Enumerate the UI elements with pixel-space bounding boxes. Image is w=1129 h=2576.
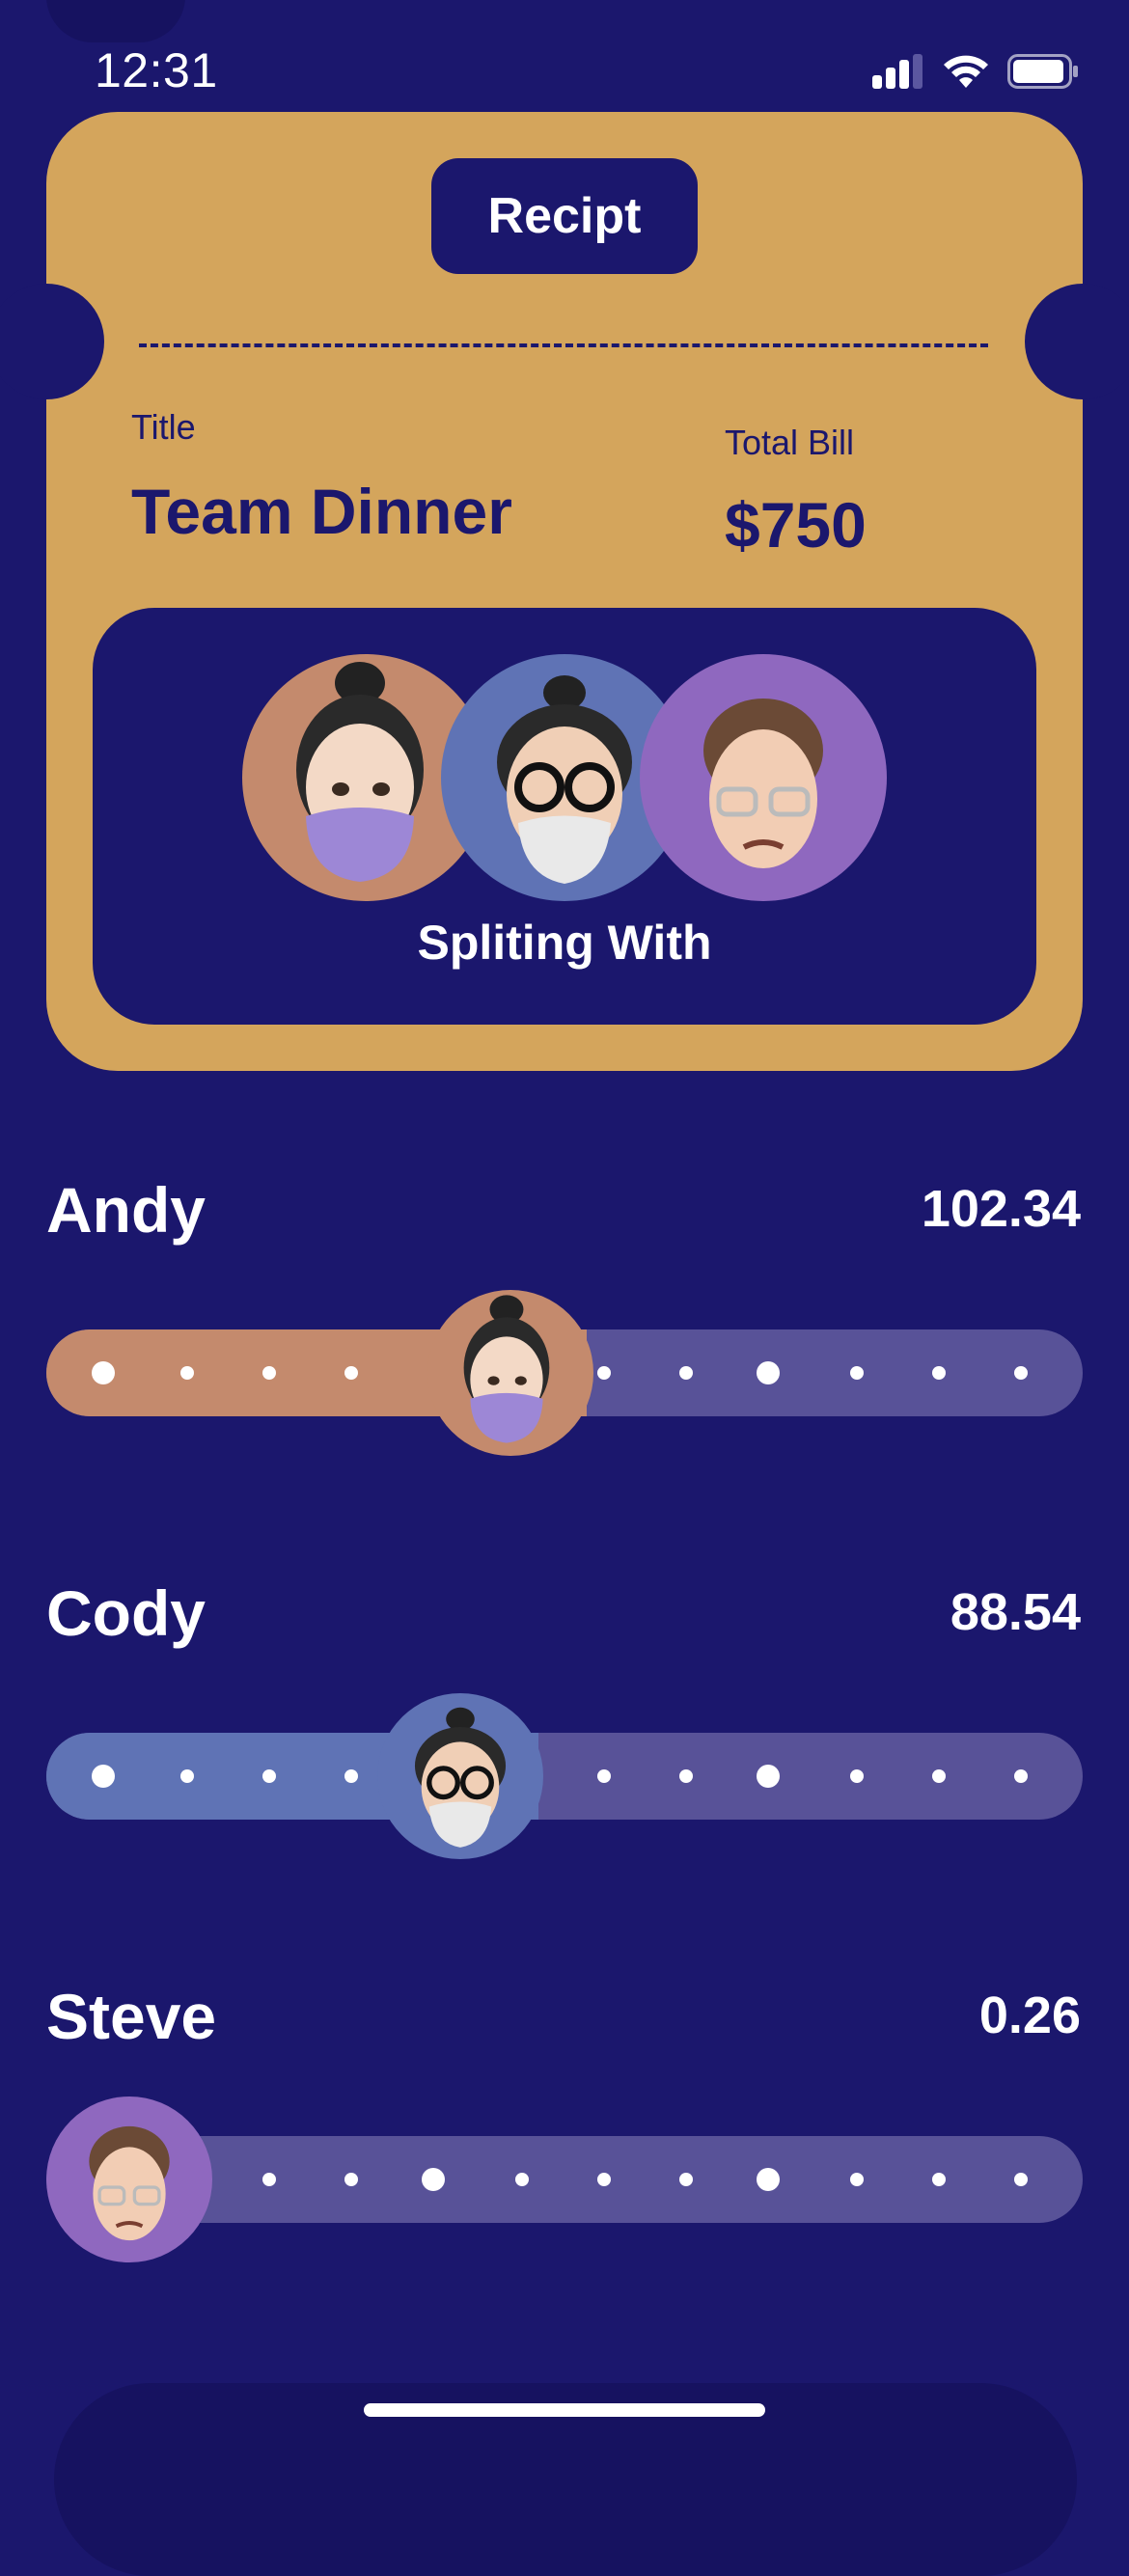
slider-tick	[850, 1769, 864, 1783]
slider-tick	[1014, 1366, 1028, 1380]
total-bill-value: $750	[725, 489, 867, 561]
slider-thumb-steve[interactable]	[46, 2096, 212, 2262]
slider-tick	[1014, 1769, 1028, 1783]
person-amount: 0.26	[978, 1987, 1081, 2044]
slider-tick	[932, 1769, 946, 1783]
splitting-with-panel: Spliting With	[93, 608, 1036, 1025]
title-value: Team Dinner	[131, 476, 512, 547]
receipt-ticket: Recipt Title Team Dinner Total Bill $750	[0, 112, 1129, 1071]
person-name: Andy	[46, 1174, 206, 1246]
slider-thumb-cody[interactable]	[377, 1693, 543, 1859]
slider-tick	[932, 2173, 946, 2186]
person-amount: 102.34	[921, 1180, 1081, 1238]
slider-tick	[597, 1366, 611, 1380]
brown-hair-man-avatar[interactable]	[640, 654, 887, 901]
person-name: Steve	[46, 1981, 217, 2052]
slider-tick	[262, 2173, 276, 2186]
person-amount: 88.54	[950, 1583, 1081, 1641]
slider-tick	[180, 1769, 194, 1783]
receipt-button[interactable]: Recipt	[431, 158, 698, 274]
total-bill-label: Total Bill	[725, 423, 855, 462]
slider-tick	[597, 1769, 611, 1783]
perforation-line	[139, 343, 988, 347]
slider-tick	[757, 2168, 780, 2191]
slider-tick	[92, 1361, 115, 1384]
slider-tick	[679, 1366, 693, 1380]
slider-tick	[515, 2173, 529, 2186]
person-name: Cody	[46, 1577, 206, 1649]
slider-tick	[262, 1769, 276, 1783]
slider-tick	[757, 1765, 780, 1788]
title-label: Title	[131, 407, 196, 447]
slider-tick	[850, 1366, 864, 1380]
signal-icon	[872, 54, 922, 89]
ticket-notch-left	[0, 284, 104, 399]
status-icons	[872, 50, 1079, 93]
slider-tick	[262, 1366, 276, 1380]
slider-tick	[850, 2173, 864, 2186]
slider-tick	[180, 1366, 194, 1380]
slider-tick	[679, 1769, 693, 1783]
splitting-with-label: Spliting With	[417, 916, 712, 970]
slider-tick	[757, 1361, 780, 1384]
battery-icon	[1007, 54, 1078, 89]
slider-tick	[92, 1765, 115, 1788]
slider-tick	[679, 2173, 693, 2186]
home-indicator[interactable]	[364, 2403, 765, 2417]
slider-tick	[422, 2168, 445, 2191]
slider-tick	[344, 2173, 358, 2186]
top-notch-decoration	[46, 0, 185, 42]
ticket-notch-right	[1025, 284, 1129, 399]
slider-tick	[932, 1366, 946, 1380]
split-slider-track[interactable]	[46, 1733, 1083, 1820]
slider-tick	[1014, 2173, 1028, 2186]
slider-tick	[597, 2173, 611, 2186]
status-time: 12:31	[95, 43, 218, 97]
slider-thumb-andy[interactable]	[427, 1290, 593, 1456]
slider-tick	[344, 1366, 358, 1380]
slider-tick	[344, 1769, 358, 1783]
wifi-icon	[944, 55, 988, 88]
